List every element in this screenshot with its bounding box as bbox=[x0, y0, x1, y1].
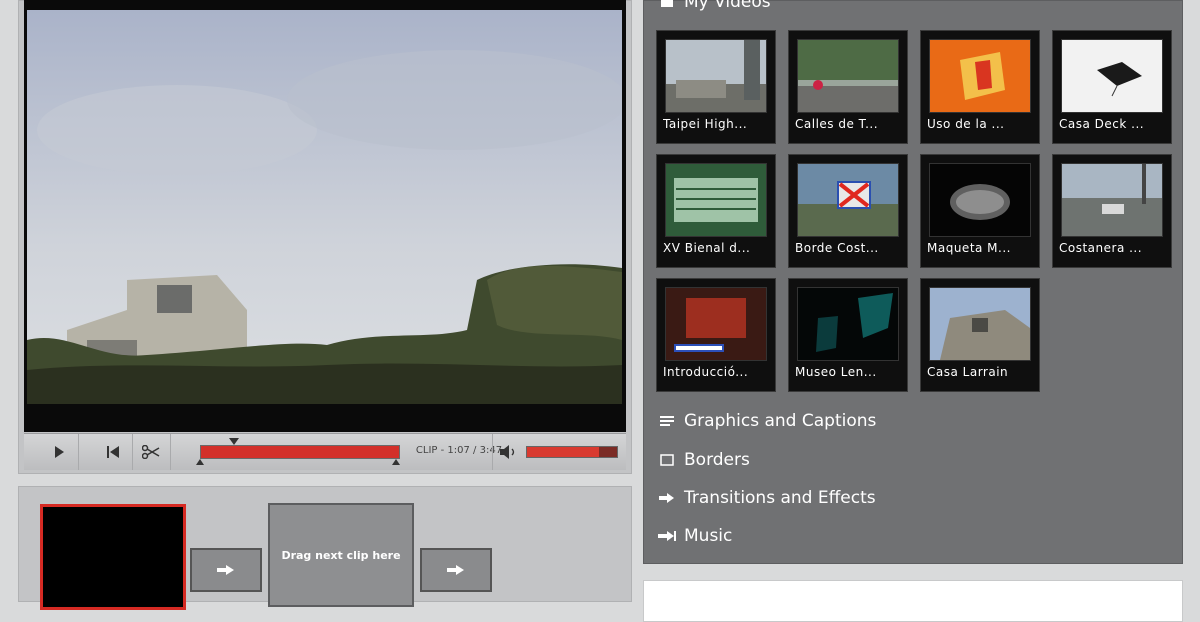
video-thumbnail-image bbox=[665, 287, 767, 361]
video-thumbnail-image bbox=[797, 287, 899, 361]
section-music[interactable]: Music bbox=[658, 526, 732, 546]
video-caption: Calles de T... bbox=[795, 117, 879, 131]
music-icon bbox=[658, 531, 676, 541]
section-label: Music bbox=[684, 526, 733, 546]
video-thumbnail-image bbox=[797, 163, 899, 237]
scissors-icon bbox=[142, 445, 160, 459]
video-thumbnail-image bbox=[929, 287, 1031, 361]
video-thumb[interactable]: Maqueta M... bbox=[920, 154, 1040, 268]
video-thumb[interactable]: Museo Len... bbox=[788, 278, 908, 392]
arrow-right-icon bbox=[447, 565, 464, 575]
volume-slider[interactable] bbox=[526, 446, 618, 458]
scrub-handle[interactable] bbox=[229, 438, 239, 445]
graphics-icon bbox=[658, 415, 676, 427]
video-caption: Taipei High... bbox=[663, 117, 748, 131]
video-caption: Maqueta M... bbox=[927, 241, 1011, 255]
video-thumbnail-image bbox=[665, 163, 767, 237]
video-caption: Casa Deck ... bbox=[1059, 117, 1145, 131]
video-thumb[interactable]: Taipei High... bbox=[656, 30, 776, 144]
player-controls: CLIP - 1:07 / 3:47 bbox=[24, 433, 626, 470]
transition-button-1[interactable] bbox=[190, 548, 262, 592]
video-caption: Borde Cost... bbox=[795, 241, 879, 255]
video-thumb[interactable]: XV Bienal d... bbox=[656, 154, 776, 268]
video-caption: Uso de la ... bbox=[927, 117, 1005, 131]
video-thumbnail-image bbox=[797, 39, 899, 113]
section-graphics-and-captions[interactable]: Graphics and Captions bbox=[658, 411, 876, 431]
video-image bbox=[27, 10, 622, 404]
video-thumbnail-image bbox=[929, 163, 1031, 237]
video-caption: Museo Len... bbox=[795, 365, 877, 379]
section-borders[interactable]: Borders bbox=[658, 450, 750, 470]
skip-back-icon bbox=[107, 446, 119, 458]
video-thumb[interactable]: Casa Larrain bbox=[920, 278, 1040, 392]
volume-level bbox=[527, 447, 599, 457]
section-label: Borders bbox=[684, 450, 750, 470]
transition-icon bbox=[658, 493, 676, 503]
video-thumb[interactable]: Introducció... bbox=[656, 278, 776, 392]
video-thumbnail-image bbox=[1061, 163, 1163, 237]
arrow-right-icon bbox=[217, 565, 234, 575]
video-thumb[interactable]: Casa Deck ... bbox=[1052, 30, 1172, 144]
volume-icon bbox=[500, 445, 515, 459]
video-thumb[interactable]: Borde Cost... bbox=[788, 154, 908, 268]
cut-button[interactable] bbox=[132, 434, 171, 470]
video-thumbnail-image bbox=[1061, 39, 1163, 113]
scrub-bar[interactable] bbox=[200, 445, 400, 459]
info-panel bbox=[643, 580, 1183, 622]
border-icon bbox=[658, 454, 676, 466]
video-caption: Costanera ... bbox=[1059, 241, 1143, 255]
section-transitions-and-effects[interactable]: Transitions and Effects bbox=[658, 488, 876, 508]
video-preview[interactable] bbox=[27, 10, 622, 404]
my-videos-header[interactable]: My Videos bbox=[658, 0, 771, 12]
video-thumbnail-image bbox=[665, 39, 767, 113]
transition-button-2[interactable] bbox=[420, 548, 492, 592]
play-icon bbox=[55, 446, 64, 458]
my-videos-title: My Videos bbox=[684, 0, 771, 12]
video-thumbnail-image bbox=[929, 39, 1031, 113]
storyboard-clip-selected[interactable] bbox=[40, 504, 186, 610]
scrub-progress bbox=[201, 446, 399, 458]
video-caption: Introducció... bbox=[663, 365, 749, 379]
volume-button[interactable] bbox=[500, 444, 518, 463]
play-button[interactable] bbox=[40, 434, 79, 470]
time-display: CLIP - 1:07 / 3:47 bbox=[415, 445, 503, 456]
section-label: Transitions and Effects bbox=[684, 488, 876, 508]
trim-start-marker[interactable] bbox=[196, 459, 204, 465]
trim-end-marker[interactable] bbox=[392, 459, 400, 465]
video-thumb[interactable]: Calles de T... bbox=[788, 30, 908, 144]
skip-back-button[interactable] bbox=[94, 434, 133, 470]
video-thumb[interactable]: Uso de la ... bbox=[920, 30, 1040, 144]
video-caption: XV Bienal d... bbox=[663, 241, 751, 255]
video-thumb[interactable]: Costanera ... bbox=[1052, 154, 1172, 268]
video-caption: Casa Larrain bbox=[927, 365, 1009, 379]
clip-drop-zone[interactable]: Drag next clip here bbox=[268, 503, 414, 607]
folder-icon bbox=[658, 0, 676, 8]
section-label: Graphics and Captions bbox=[684, 411, 877, 431]
